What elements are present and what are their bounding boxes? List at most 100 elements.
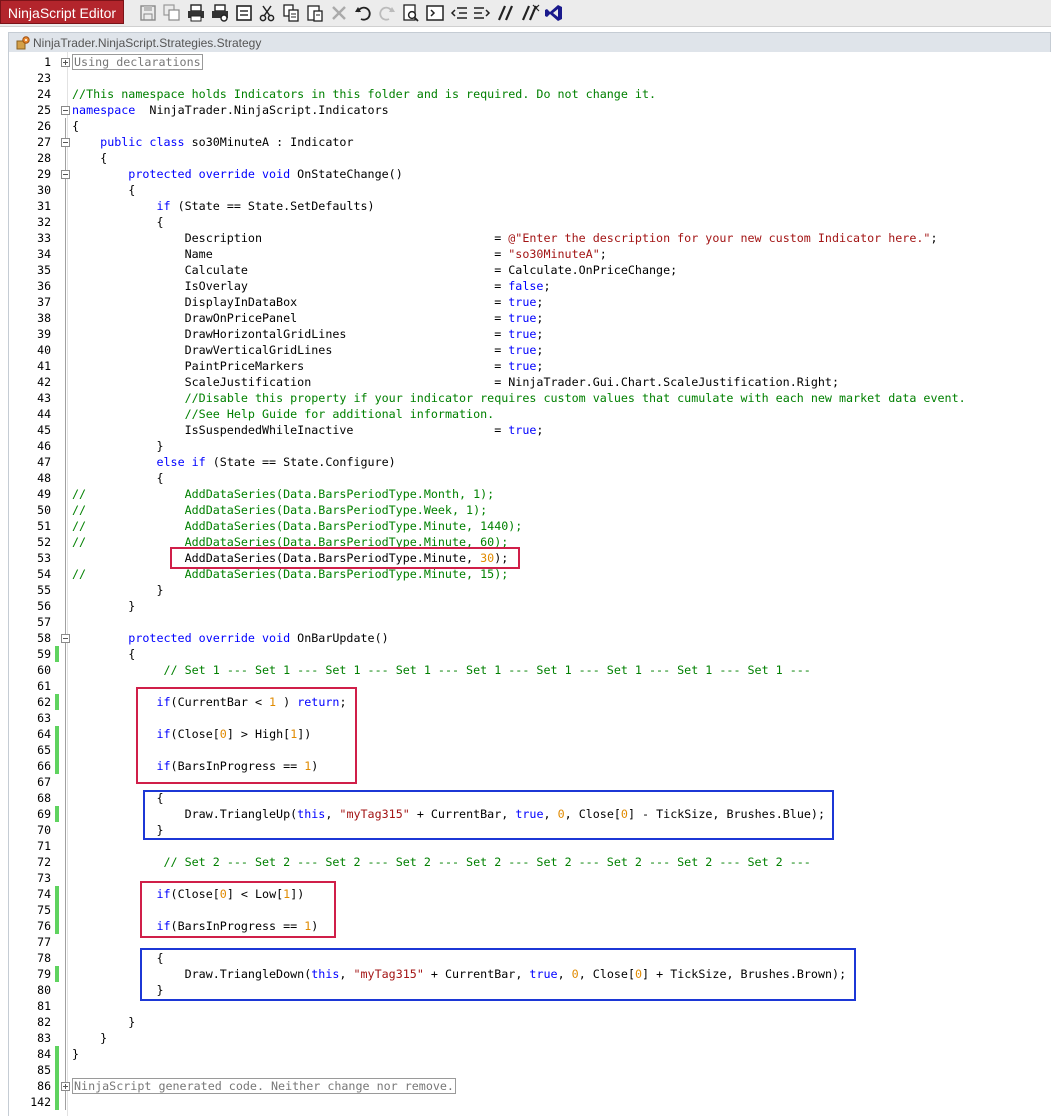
compile-icon[interactable] [425, 3, 445, 23]
code-line[interactable]: 39 DrawHorizontalGridLines = true; [9, 326, 1049, 342]
code-token: { [72, 647, 136, 661]
code-token: ; [536, 343, 544, 357]
code-token: PaintPriceMarkers = [72, 359, 509, 373]
code-line[interactable]: 41 PaintPriceMarkers = true; [9, 358, 1049, 374]
code-line[interactable]: 25 namespace NinjaTrader.NinjaScript.Indi… [9, 102, 1049, 118]
code-token: @"Enter the description for your new cus… [508, 231, 931, 245]
code-line[interactable]: 49 // AddDataSeries(Data.BarsPeriodType.M… [9, 486, 1049, 502]
highlight-box-triangle-up [143, 790, 834, 840]
code-line[interactable]: 42 ScaleJustification = NinjaTrader.Gui.… [9, 374, 1049, 390]
collapse-region-icon[interactable] [61, 106, 70, 115]
collapsed-region[interactable]: Using declarations [72, 54, 203, 70]
expand-region-icon[interactable] [61, 58, 70, 67]
code-line[interactable]: 27 public class so30MinuteA : Indicator [9, 134, 1049, 150]
print-icon[interactable] [186, 3, 206, 23]
expand-region-icon[interactable] [61, 1082, 70, 1091]
code-token: { [72, 151, 108, 165]
save-all-icon[interactable] [162, 3, 182, 23]
code-line[interactable]: 45 IsSuspendedWhileInactive = true; [9, 422, 1049, 438]
code-line[interactable]: 48 { [9, 470, 1049, 486]
print-preview-icon[interactable] [210, 3, 230, 23]
line-number: 29 [37, 167, 51, 181]
code-line[interactable]: 43 //Disable this property if your indic… [9, 390, 1049, 406]
code-line[interactable]: 40 DrawVerticalGridLines = true; [9, 342, 1049, 358]
code-line[interactable]: 24 //This namespace holds Indicators in t… [9, 86, 1049, 102]
code-line[interactable]: 53 AddDataSeries(Data.BarsPeriodType.Min… [9, 550, 1049, 566]
find-icon[interactable] [401, 3, 421, 23]
code-line[interactable]: 28 { [9, 150, 1049, 166]
properties-icon[interactable] [234, 3, 254, 23]
code-editor[interactable]: 1 Using declarations 23 24 //This namespace … [8, 52, 1051, 1116]
code-line[interactable]: 26 { [9, 118, 1049, 134]
changed-line-marker [55, 806, 59, 822]
code-text: Name = "so30MinuteA"; [72, 246, 607, 262]
code-line[interactable]: 29 protected override void OnStateChange… [9, 166, 1049, 182]
paste-icon[interactable] [305, 3, 325, 23]
uncomment-icon[interactable] [520, 3, 540, 23]
document-tab[interactable]: NinjaTrader.NinjaScript.Strategies.Strat… [8, 32, 1051, 52]
code-line[interactable]: 86 NinjaScript generated code. Neither ch… [9, 1078, 1049, 1094]
code-line[interactable]: 44 //See Help Guide for additional infor… [9, 406, 1049, 422]
line-number: 63 [37, 711, 51, 725]
comment-icon[interactable] [496, 3, 516, 23]
code-line[interactable]: 34 Name = "so30MinuteA"; [9, 246, 1049, 262]
code-line[interactable]: 85 [9, 1062, 1049, 1078]
code-line[interactable]: 47 else if (State == State.Configure) [9, 454, 1049, 470]
code-line[interactable]: 37 DisplayInDataBox = true; [9, 294, 1049, 310]
indent-icon[interactable] [472, 3, 492, 23]
code-line[interactable]: 84} [9, 1046, 1049, 1062]
code-text: if (State == State.SetDefaults) [72, 198, 374, 214]
code-line[interactable]: 60 // Set 1 --- Set 1 --- Set 1 --- Set … [9, 662, 1049, 678]
code-line[interactable]: 1 Using declarations [9, 54, 1049, 70]
save-icon[interactable] [138, 3, 158, 23]
code-line[interactable]: 36 IsOverlay = false; [9, 278, 1049, 294]
code-token: protected override void [128, 631, 291, 645]
code-line[interactable]: 23 [9, 70, 1049, 86]
code-line[interactable]: 54 // AddDataSeries(Data.BarsPeriodType.M… [9, 566, 1049, 582]
code-text: NinjaScript generated code. Neither chan… [72, 1078, 456, 1094]
code-line[interactable]: 35 Calculate = Calculate.OnPriceChange; [9, 262, 1049, 278]
code-token: "so30MinuteA" [508, 247, 600, 261]
code-line[interactable]: 31 if (State == State.SetDefaults) [9, 198, 1049, 214]
code-text: } [72, 1030, 107, 1046]
code-line[interactable]: 57 [9, 614, 1049, 630]
code-line[interactable]: 56 } [9, 598, 1049, 614]
collapse-region-icon[interactable] [61, 138, 70, 147]
code-line[interactable]: 82 } [9, 1014, 1049, 1030]
code-token: ScaleJustification = NinjaTrader.Gui.Cha… [72, 375, 839, 389]
copy-icon[interactable] [281, 3, 301, 23]
code-line[interactable]: 72 // Set 2 --- Set 2 --- Set 2 --- Set … [9, 854, 1049, 870]
code-text: { [72, 646, 135, 662]
line-number: 61 [37, 679, 51, 693]
cut-icon[interactable] [257, 3, 277, 23]
code-line[interactable]: 46 } [9, 438, 1049, 454]
code-line[interactable]: 58 protected override void OnBarUpdate() [9, 630, 1049, 646]
outdent-icon[interactable] [449, 3, 469, 23]
undo-icon[interactable] [353, 3, 373, 23]
collapse-region-icon[interactable] [61, 170, 70, 179]
code-line[interactable]: 59 { [9, 646, 1049, 662]
line-number: 60 [37, 663, 51, 677]
code-line[interactable]: 71 [9, 838, 1049, 854]
code-line[interactable]: 142 [9, 1094, 1049, 1110]
code-line[interactable]: 55 } [9, 582, 1049, 598]
code-line[interactable]: 52// AddDataSeries(Data.BarsPeriodType.M… [9, 534, 1049, 550]
code-token: ; [930, 231, 938, 245]
redo-icon[interactable] [377, 3, 397, 23]
delete-icon[interactable] [329, 3, 349, 23]
code-line[interactable]: 33 Description = @"Enter the description… [9, 230, 1049, 246]
code-text: { [72, 182, 135, 198]
code-line[interactable]: 30 { [9, 182, 1049, 198]
code-line[interactable]: 38 DrawOnPricePanel = true; [9, 310, 1049, 326]
code-line[interactable]: 50 // AddDataSeries(Data.BarsPeriodType.W… [9, 502, 1049, 518]
collapse-region-icon[interactable] [61, 634, 70, 643]
code-line[interactable]: 83 } [9, 1030, 1049, 1046]
highlight-box-set2-conditions [140, 881, 336, 938]
code-text: //This namespace holds Indicators in thi… [72, 86, 656, 102]
collapsed-region[interactable]: NinjaScript generated code. Neither chan… [72, 1078, 456, 1094]
visual-studio-icon[interactable] [544, 3, 564, 23]
code-line[interactable]: 32 { [9, 214, 1049, 230]
code-line[interactable]: 51 // AddDataSeries(Data.BarsPeriodType.M… [9, 518, 1049, 534]
